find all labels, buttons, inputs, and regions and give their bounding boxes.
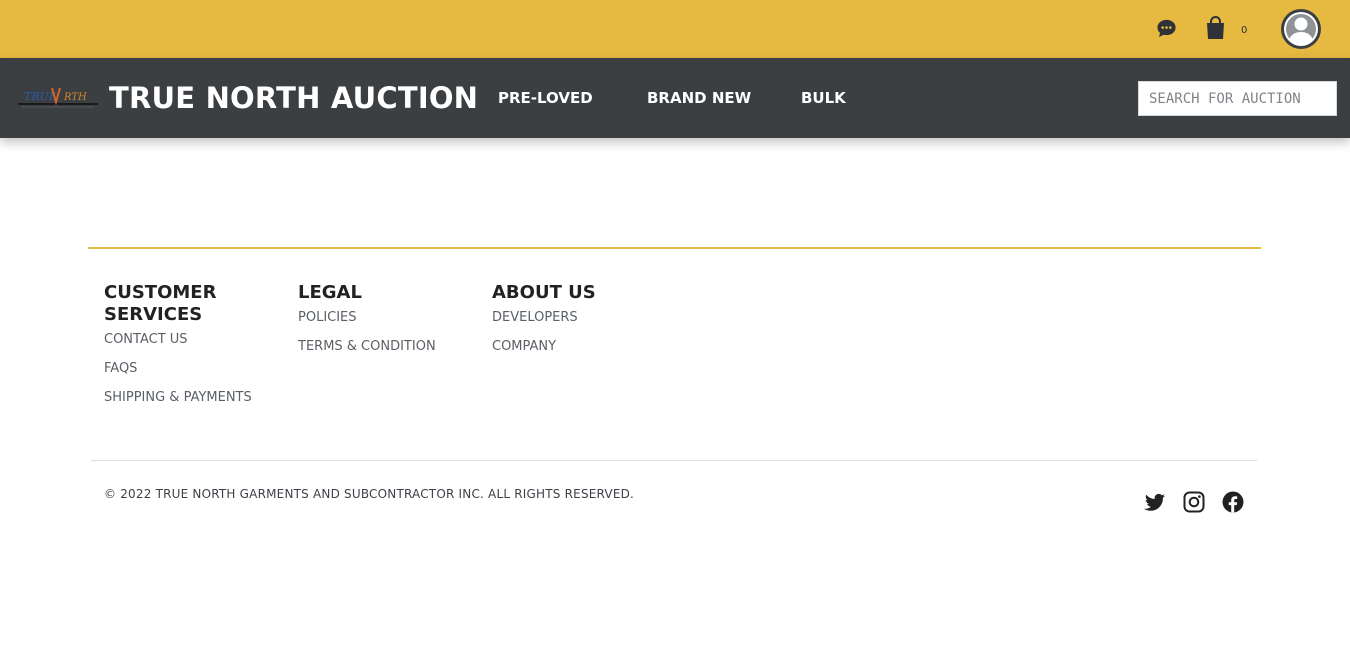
footer-col-customer-services: CUSTOMER SERVICES CONTACT US FAQS SHIPPI… xyxy=(104,282,284,419)
svg-text:TRUE: TRUE xyxy=(24,90,57,103)
footer-link-faqs[interactable]: FAQS xyxy=(104,361,284,376)
nav-bulk[interactable]: BULK xyxy=(801,89,846,107)
user-avatar-icon[interactable] xyxy=(1281,9,1321,49)
search-input[interactable] xyxy=(1138,81,1337,116)
shopping-bag-icon[interactable] xyxy=(1205,16,1226,40)
brand-title[interactable]: TRUE NORTH AUCTION xyxy=(109,79,478,117)
footer-accent-rule xyxy=(88,247,1261,249)
footer-col-legal: LEGAL POLICIES TERMS & CONDITION xyxy=(298,282,478,368)
footer-col-about-us: ABOUT US DEVELOPERS COMPANY xyxy=(492,282,672,368)
footer-link-contact-us[interactable]: CONTACT US xyxy=(104,332,284,347)
footer-link-developers[interactable]: DEVELOPERS xyxy=(492,310,672,325)
footer-link-policies[interactable]: POLICIES xyxy=(298,310,478,325)
user-silhouette-icon xyxy=(1284,12,1318,46)
footer-divider xyxy=(91,460,1257,461)
svg-text:RTH: RTH xyxy=(63,92,87,103)
main-navbar: TRUE RTH TRUE NORTH AUCTION PRE-LOVED BR… xyxy=(0,58,1350,138)
instagram-icon[interactable] xyxy=(1182,490,1206,514)
footer-link-company[interactable]: COMPANY xyxy=(492,339,672,354)
top-bar: 0 xyxy=(0,0,1350,58)
twitter-icon[interactable] xyxy=(1143,490,1167,514)
true-north-logo[interactable]: TRUE RTH xyxy=(16,84,100,110)
copyright-text: © 2022 TRUE NORTH GARMENTS AND SUBCONTRA… xyxy=(104,487,635,501)
footer-link-shipping-payments[interactable]: SHIPPING & PAYMENTS xyxy=(104,390,284,405)
footer-col-title: CUSTOMER SERVICES xyxy=(104,282,217,325)
facebook-icon[interactable] xyxy=(1221,490,1245,514)
nav-pre-loved[interactable]: PRE-LOVED xyxy=(498,89,593,107)
cart-count: 0 xyxy=(1241,25,1248,36)
footer-col-title: LEGAL xyxy=(298,282,362,303)
footer-link-terms[interactable]: TERMS & CONDITION xyxy=(298,339,478,354)
footer-col-title: ABOUT US xyxy=(492,282,596,303)
chat-bubble-icon[interactable] xyxy=(1155,17,1178,40)
nav-brand-new[interactable]: BRAND NEW xyxy=(647,89,751,107)
